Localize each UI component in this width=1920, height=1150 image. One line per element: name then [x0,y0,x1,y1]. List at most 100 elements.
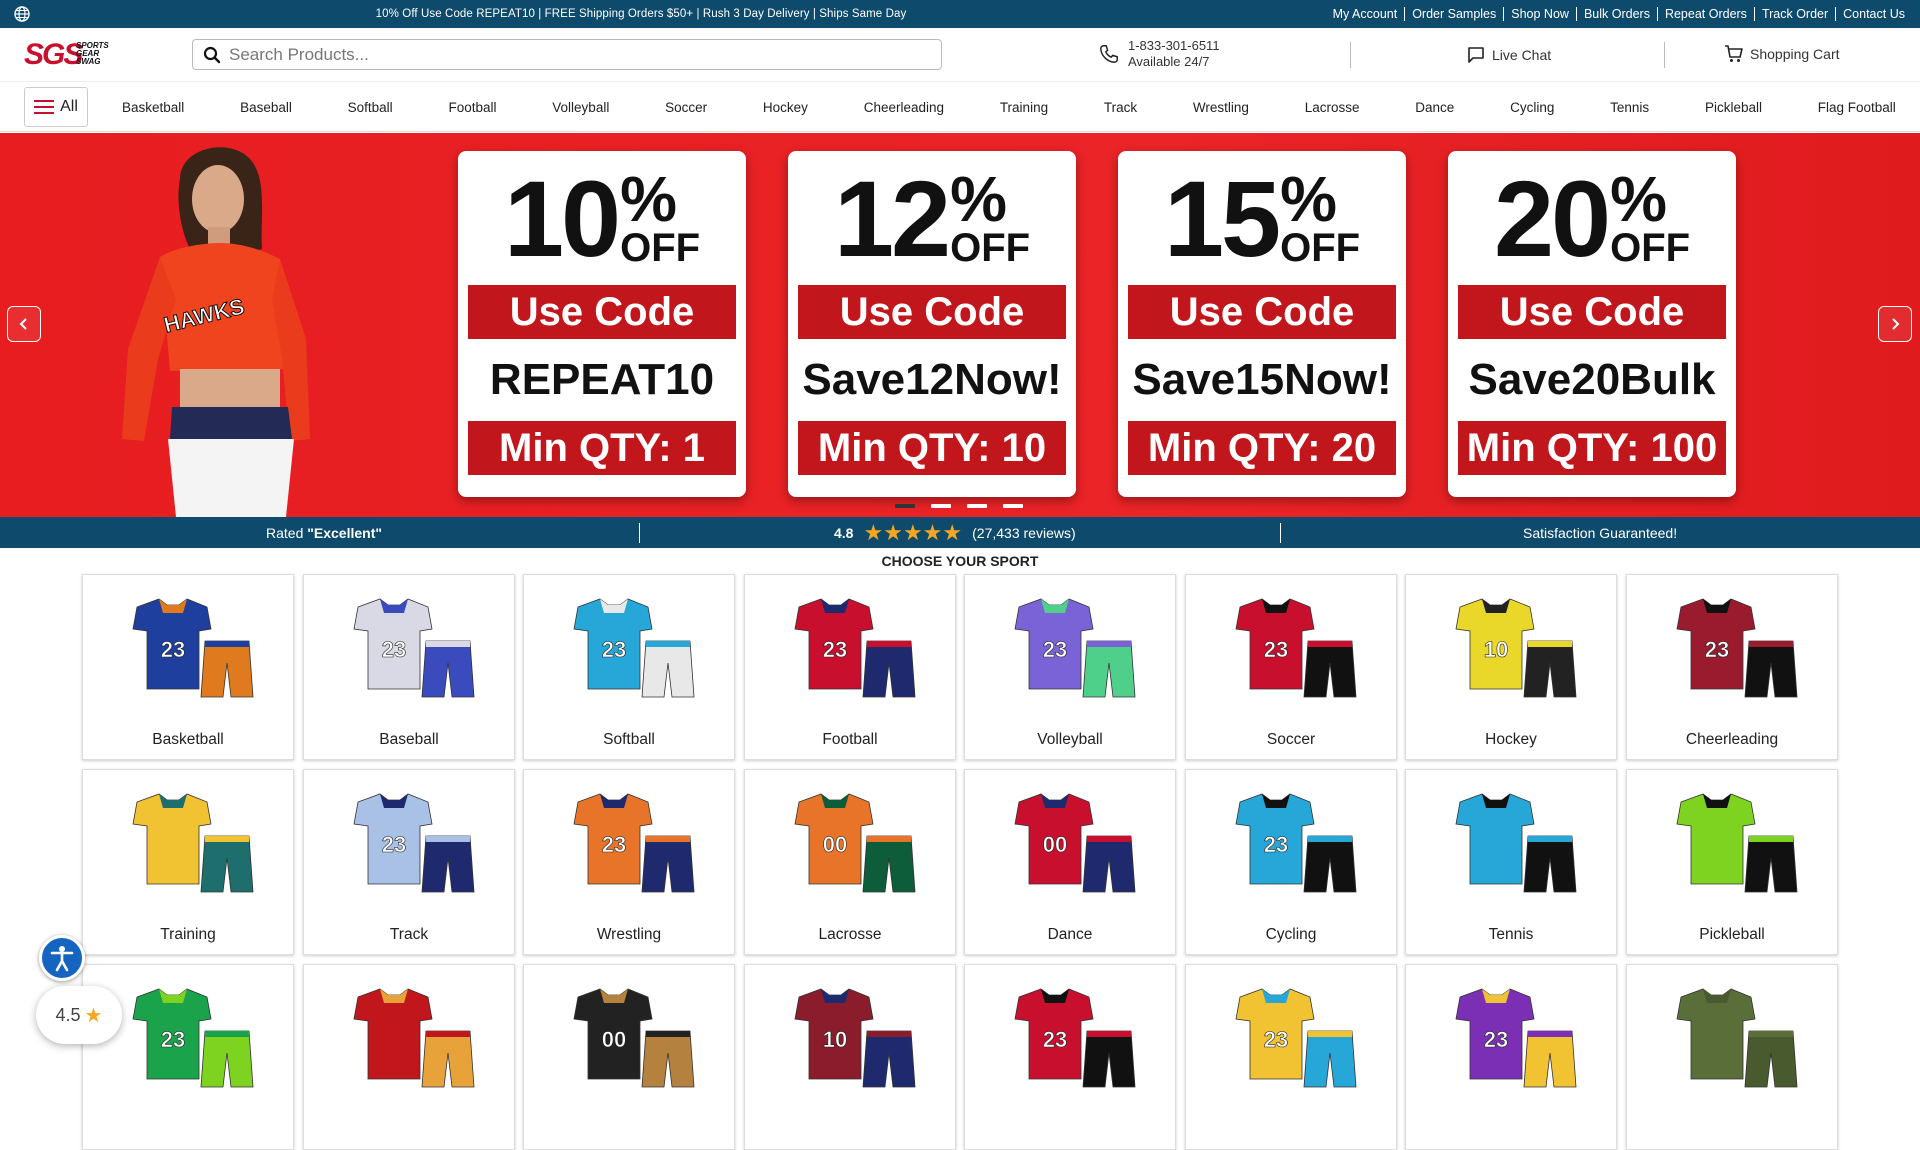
svg-text:00: 00 [1043,832,1067,857]
sport-tile[interactable]: 00 [523,964,735,1150]
sport-tile[interactable]: 23 [1185,964,1397,1150]
sport-tile[interactable]: 23 Track [303,769,515,955]
discount-card-2[interactable]: 12% OFF Use Code Save12Now! Min QTY: 10 [788,151,1076,497]
nav-item-cheerleading[interactable]: Cheerleading [854,100,954,115]
carousel-dot[interactable] [967,504,987,508]
sport-tile-label: Track [389,926,429,943]
sport-tile[interactable]: 23 Cheerleading [1626,574,1838,760]
shopping-cart-button[interactable]: Shopping Cart [1724,44,1840,64]
accessibility-icon [50,946,74,972]
nav-item-volleyball[interactable]: Volleyball [542,100,619,115]
sport-tile[interactable]: 00 Dance [964,769,1176,955]
search-box[interactable] [192,39,942,70]
uniform-image: 23 [1235,988,1357,1088]
rated-prefix: Rated [266,524,308,541]
discount-number: 20 [1493,158,1611,279]
uniform-image [1455,793,1577,893]
nav-item-pickleball[interactable]: Pickleball [1695,100,1772,115]
nav-item-dance[interactable]: Dance [1405,100,1464,115]
sport-tile[interactable]: 23 Softball [523,574,735,760]
nav-item-softball[interactable]: Softball [338,100,403,115]
svg-text:23: 23 [602,637,626,662]
phone-number[interactable]: 1-833-301-6511 [1128,38,1220,54]
shop-now-link[interactable]: Shop Now [1503,7,1576,21]
search-input[interactable] [229,44,909,65]
sport-tile[interactable]: 23 [82,964,294,1150]
accessibility-button[interactable] [39,935,85,981]
sport-tile-label: Training [160,926,216,943]
contact-us-link[interactable]: Contact Us [1835,7,1912,21]
bulk-orders-link[interactable]: Bulk Orders [1575,7,1657,21]
sgs-logo[interactable]: SGS SPORTS GEAR SWAG [24,36,120,72]
star-icon: ★ [84,1004,103,1027]
sport-tile[interactable]: 23 Football [744,574,956,760]
review-summary[interactable]: 4.8 ★ ★ ★ ★ ★ (27,433 reviews) [834,517,1076,548]
sport-tile[interactable]: 23 Volleyball [964,574,1176,760]
svg-text:23: 23 [161,637,185,662]
nav-item-tennis[interactable]: Tennis [1600,100,1659,115]
carousel-dot[interactable] [895,504,915,508]
carousel-dot[interactable] [1003,504,1023,508]
nav-item-lacrosse[interactable]: Lacrosse [1295,100,1370,115]
track-order-link[interactable]: Track Order [1753,7,1835,21]
sport-tile-label: Lacrosse [818,926,882,943]
all-categories-button[interactable]: All [24,87,88,127]
sport-tile[interactable]: Pickleball [1626,769,1838,955]
sport-tile[interactable]: 23 Cycling [1185,769,1397,955]
discount-number: 12 [833,158,951,279]
uniform-image: 23 [573,793,695,893]
uniform-image: 23 [1455,988,1577,1088]
nav-item-football[interactable]: Football [438,100,506,115]
sport-tile[interactable]: 10 Hockey [1405,574,1617,760]
carousel-next-button[interactable] [1878,306,1912,342]
nav-item-baseball[interactable]: Baseball [230,100,302,115]
rating-widget[interactable]: 4.5 ★ [36,986,122,1044]
sport-tile-label: Pickleball [1699,926,1765,943]
uniform-image: 10 [794,988,916,1088]
nav-item-hockey[interactable]: Hockey [753,100,818,115]
discount-card-4[interactable]: 20% OFF Use Code Save20Bulk Min QTY: 100 [1448,151,1736,497]
nav-item-basketball[interactable]: Basketball [112,100,194,115]
nav-item-track[interactable]: Track [1094,100,1147,115]
order-samples-link[interactable]: Order Samples [1404,7,1503,21]
nav-item-cycling[interactable]: Cycling [1500,100,1564,115]
uniform-image: 10 [1455,598,1577,698]
sport-tile[interactable]: 10 [744,964,956,1150]
sport-tile[interactable]: 23 [1405,964,1617,1150]
sport-tile[interactable]: 23 [964,964,1176,1150]
nav-item-flag-football[interactable]: Flag Football [1808,100,1906,115]
repeat-orders-link[interactable]: Repeat Orders [1656,7,1754,21]
live-chat-button[interactable]: Live Chat [1466,45,1551,65]
uniform-image [1676,988,1798,1088]
sport-tile[interactable]: 23 Baseball [303,574,515,760]
svg-text:00: 00 [823,832,847,857]
svg-text:SWAG: SWAG [76,57,100,66]
sport-tile[interactable]: 23 Soccer [1185,574,1397,760]
all-label: All [60,98,78,115]
my-account-link[interactable]: My Account [1326,7,1405,21]
account-links: My Account Order Samples Shop Now Bulk O… [1326,0,1912,28]
discount-card-3[interactable]: 15% OFF Use Code Save15Now! Min QTY: 20 [1118,151,1406,497]
carousel-prev-button[interactable] [7,306,41,342]
sport-tile[interactable] [1626,964,1838,1150]
promo-code: REPEAT10 [489,355,715,404]
uniform-image: 00 [573,988,695,1088]
discount-card-1[interactable]: 10% OFF Use Code REPEAT10 Min QTY: 1 [458,151,746,497]
sport-tile[interactable]: 23 Basketball [82,574,294,760]
sport-tile[interactable] [303,964,515,1150]
rated-word: "Excellent" [307,524,383,541]
uniform-image [132,793,254,893]
nav-item-wrestling[interactable]: Wrestling [1183,100,1259,115]
sport-tile[interactable]: Tennis [1405,769,1617,955]
sport-tile[interactable]: 23 Wrestling [523,769,735,955]
svg-text:23: 23 [1264,637,1288,662]
nav-item-soccer[interactable]: Soccer [655,100,717,115]
uniform-image: 23 [794,598,916,698]
carousel-dot[interactable] [931,504,951,508]
promo-carousel[interactable]: HAWKS 10% OFF Use Code REPEAT10 Min QTY: … [0,133,1920,517]
nav-item-training[interactable]: Training [990,100,1058,115]
phone-contact[interactable]: 1-833-301-6511 Available 24/7 [1098,38,1220,70]
svg-text:10: 10 [823,1027,847,1052]
sport-tile[interactable]: Training [82,769,294,955]
sport-tile[interactable]: 00 Lacrosse [744,769,956,955]
